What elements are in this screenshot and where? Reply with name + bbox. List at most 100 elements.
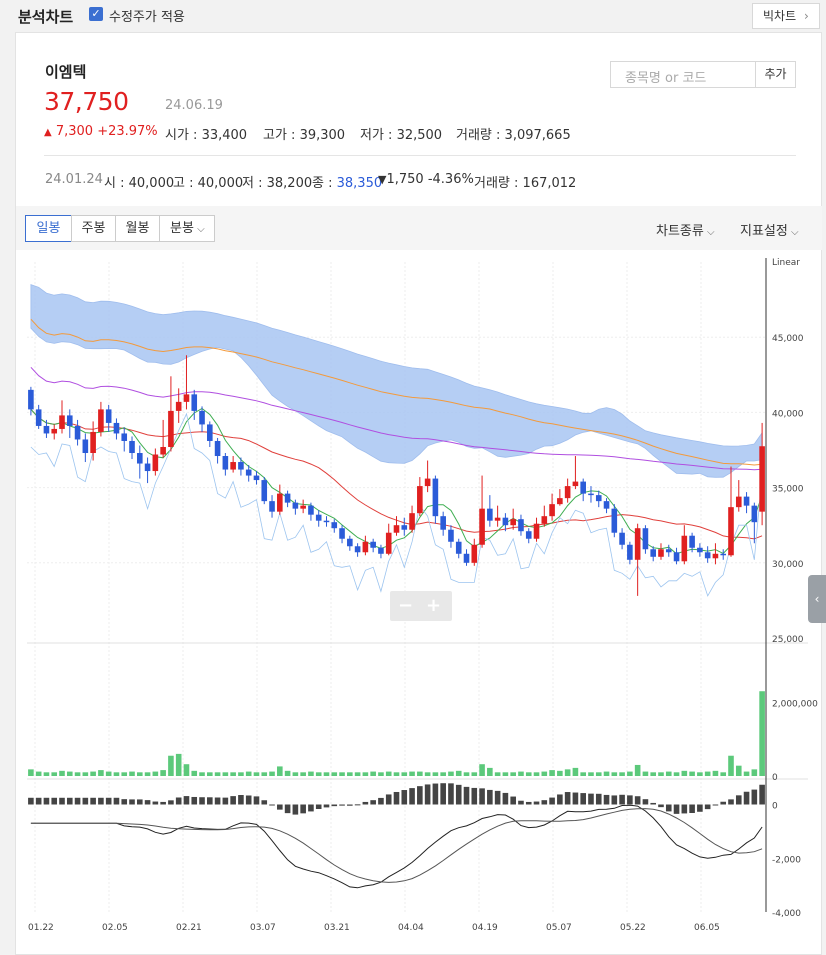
volume-bar: [308, 771, 314, 776]
macd-histogram-bar: [315, 804, 322, 810]
candle-body: [308, 505, 314, 515]
volume-bar: [222, 772, 229, 776]
macd-histogram-bar: [494, 790, 501, 805]
macd-histogram-bar: [347, 804, 353, 806]
macd-histogram-bar: [183, 796, 190, 805]
macd-histogram-bar: [354, 804, 361, 806]
macd-histogram-bar: [463, 786, 470, 805]
candle-body: [673, 552, 680, 562]
volume-bar: [90, 771, 96, 776]
macd-histogram-bar: [43, 797, 50, 805]
candle-body: [144, 463, 151, 472]
candle-body: [665, 549, 672, 553]
volume-bar: [697, 772, 703, 776]
volume-bar: [494, 772, 501, 776]
macd-histogram-bar: [448, 783, 454, 805]
candle-body: [82, 439, 89, 454]
volume-bar: [300, 772, 306, 776]
macd-histogram-bar: [479, 788, 485, 805]
volume-bar: [681, 770, 688, 776]
volume-bar: [759, 691, 765, 776]
candle-body: [728, 507, 734, 556]
candle-body: [385, 532, 392, 554]
volume-bar: [183, 764, 190, 776]
volume-bar: [588, 772, 594, 776]
candle-body: [90, 431, 96, 454]
macd-histogram-bar: [222, 797, 229, 805]
candle-body: [253, 475, 260, 481]
candle-body: [541, 516, 548, 524]
candle-body: [409, 513, 415, 530]
candle-body: [370, 541, 376, 548]
macd-histogram-bar: [697, 804, 703, 812]
macd-histogram-bar: [331, 804, 338, 807]
volume-bar: [160, 770, 166, 776]
volume-bar: [673, 772, 680, 776]
candle-body: [518, 519, 524, 532]
volume-bar: [331, 772, 338, 776]
volume-bar: [650, 772, 657, 776]
macd-histogram-bar: [105, 797, 112, 805]
candle-body: [269, 501, 275, 512]
candle-body: [494, 517, 501, 521]
macd-histogram-bar: [253, 796, 260, 805]
volume-bar: [35, 771, 42, 776]
macd-histogram-bar: [378, 797, 384, 805]
candle-body: [207, 424, 213, 441]
zoom-in-icon[interactable]: +: [426, 595, 441, 616]
volume-bar: [362, 772, 369, 776]
macd-histogram-bar: [603, 794, 610, 805]
volume-bar: [28, 769, 34, 776]
macd-histogram-bar: [549, 797, 555, 805]
candle-body: [74, 425, 81, 440]
candle-body: [245, 469, 252, 476]
zoom-out-icon[interactable]: −: [398, 595, 413, 616]
price-tick-label: 30,000: [772, 560, 804, 570]
candle-body: [300, 505, 306, 509]
volume-bar: [518, 771, 524, 776]
side-panel-handle[interactable]: ‹: [808, 575, 826, 623]
candle-body: [393, 525, 400, 533]
volume-bar: [43, 772, 50, 776]
macd-histogram-bar: [385, 794, 392, 805]
volume-bar: [175, 753, 182, 776]
volume-bar: [82, 772, 89, 776]
volume-bar: [611, 772, 618, 776]
macd-histogram-bar: [90, 797, 96, 805]
volume-bar: [113, 772, 120, 776]
volume-bar: [440, 772, 446, 776]
stock-chart[interactable]: Linear 45,000 40,000 35,000 30,000 25,000 2,00…: [0, 0, 826, 955]
macd-histogram-bar: [269, 804, 275, 806]
candle-body: [59, 415, 65, 429]
candle-body: [689, 535, 695, 548]
candle-body: [183, 394, 190, 402]
candle-body: [277, 493, 283, 512]
candle-body: [401, 525, 408, 530]
candle-body: [378, 547, 384, 554]
macd-histogram-bar: [487, 789, 493, 805]
candle-body: [168, 410, 174, 447]
candle-body: [743, 496, 750, 506]
volume-bar: [401, 772, 408, 776]
candle-body: [759, 446, 765, 512]
date-tick-label: 02.21: [176, 923, 202, 933]
macd-histogram-bar: [619, 794, 625, 805]
macd-histogram-bar: [595, 793, 602, 805]
macd-histogram-bar: [658, 804, 664, 808]
candle-body: [331, 522, 338, 529]
macd-histogram-bar: [121, 799, 128, 805]
volume-bar: [658, 772, 664, 776]
volume-bar: [448, 771, 454, 776]
macd-histogram-bar: [580, 793, 586, 805]
zoom-control[interactable]: − +: [390, 591, 452, 621]
macd-histogram-bar: [136, 799, 143, 805]
candle-body: [417, 486, 423, 514]
volume-bar: [261, 772, 268, 776]
date-tick-label: 03.07: [250, 923, 276, 933]
date-tick-label: 03.21: [324, 923, 350, 933]
candle-body: [463, 553, 470, 563]
volume-bar: [292, 772, 299, 776]
volume-bar: [136, 772, 143, 776]
volume-bar: [105, 771, 112, 776]
volume-bar: [619, 772, 625, 776]
